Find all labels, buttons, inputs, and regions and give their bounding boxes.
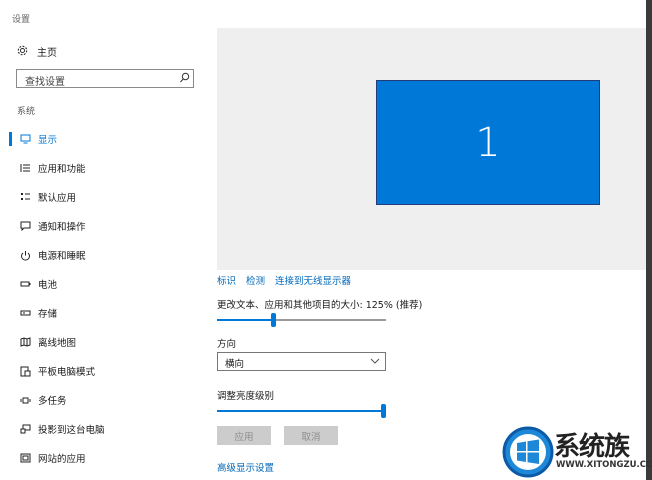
search-icon[interactable] [179, 72, 190, 87]
display-links: 标识 检测 连接到无线显示器 [217, 273, 351, 287]
tablet-icon [18, 366, 32, 377]
detect-link[interactable]: 检测 [246, 273, 265, 287]
display-preview: 1 [217, 28, 646, 270]
sidebar-item-label: 多任务 [38, 396, 67, 407]
monitor-icon [18, 134, 32, 144]
monitor-number: 1 [475, 119, 501, 166]
watermark: 系统族 WWW.XITONGZU.COM [500, 424, 652, 480]
chevron-down-icon [370, 356, 380, 369]
window-edge [646, 0, 652, 480]
home-nav-item[interactable]: 主页 [17, 44, 57, 59]
brightness-slider-thumb[interactable] [381, 404, 386, 418]
apps-list-icon [18, 163, 32, 173]
wireless-display-link[interactable]: 连接到无线显示器 [275, 273, 351, 287]
orientation-value: 横向 [225, 359, 245, 370]
sidebar-item-storage[interactable]: 存储 [0, 303, 205, 323]
scale-label: 更改文本、应用和其他项目的大小: 125% (推荐) [217, 300, 423, 311]
scale-slider-fill [217, 319, 271, 321]
settings-window: 设置 主页 查找设置 系统 显示 应用和功能 默认应用 通知和操作 电源和睡眠 … [0, 0, 646, 480]
windows-logo-icon [502, 426, 554, 478]
sidebar-item-notifications[interactable]: 通知和操作 [0, 216, 205, 236]
sidebar: 主页 查找设置 系统 显示 应用和功能 默认应用 通知和操作 电源和睡眠 电池 … [0, 0, 205, 480]
sidebar-item-label: 显示 [38, 135, 58, 146]
sidebar-item-label: 应用和功能 [38, 164, 86, 175]
sidebar-item-apps[interactable]: 应用和功能 [0, 158, 205, 178]
orientation-label: 方向 [217, 339, 237, 350]
advanced-display-settings-link[interactable]: 高级显示设置 [217, 460, 274, 474]
sidebar-item-multitasking[interactable]: 多任务 [0, 390, 205, 410]
brightness-slider[interactable] [217, 404, 386, 418]
sidebar-item-label: 存储 [38, 309, 58, 320]
monitor-1[interactable]: 1 [376, 80, 600, 205]
cancel-button[interactable]: 取消 [284, 426, 338, 445]
scale-slider-thumb[interactable] [271, 313, 276, 327]
multitask-icon [18, 396, 32, 405]
active-indicator [9, 132, 12, 146]
sidebar-item-web-apps[interactable]: 网站的应用 [0, 448, 205, 468]
sidebar-item-display[interactable]: 显示 [0, 129, 205, 149]
sidebar-item-offline-maps[interactable]: 离线地图 [0, 332, 205, 352]
sidebar-item-label: 电池 [38, 280, 58, 291]
sidebar-item-label: 网站的应用 [38, 454, 86, 465]
sidebar-item-default-apps[interactable]: 默认应用 [0, 187, 205, 207]
gear-icon [17, 45, 28, 59]
sidebar-item-tablet-mode[interactable]: 平板电脑模式 [0, 361, 205, 381]
sidebar-item-label: 投影到这台电脑 [38, 425, 105, 436]
storage-icon [18, 309, 32, 317]
sidebar-item-label: 通知和操作 [38, 222, 86, 233]
sidebar-item-label: 电源和睡眠 [38, 251, 86, 262]
brightness-label: 调整亮度级别 [217, 391, 275, 402]
project-icon [18, 424, 32, 434]
sidebar-item-power[interactable]: 电源和睡眠 [0, 245, 205, 265]
default-apps-icon [18, 192, 32, 202]
sidebar-item-label: 平板电脑模式 [38, 367, 96, 378]
search-placeholder: 查找设置 [25, 77, 65, 88]
sidebar-item-project[interactable]: 投影到这台电脑 [0, 419, 205, 439]
sidebar-item-label: 离线地图 [38, 338, 77, 349]
power-icon [18, 250, 32, 261]
apply-button[interactable]: 应用 [217, 426, 271, 445]
brightness-slider-fill [217, 410, 381, 412]
notification-icon [18, 221, 32, 231]
orientation-select[interactable]: 横向 [217, 352, 386, 371]
search-input[interactable]: 查找设置 [16, 69, 194, 88]
web-apps-icon [18, 453, 32, 463]
sidebar-item-label: 默认应用 [38, 193, 77, 204]
watermark-url: WWW.XITONGZU.COM [556, 460, 652, 470]
identify-link[interactable]: 标识 [217, 273, 236, 287]
home-label: 主页 [37, 48, 57, 59]
map-icon [18, 337, 32, 347]
battery-icon [18, 280, 32, 288]
section-label-system: 系统 [17, 107, 36, 117]
scale-slider[interactable] [217, 313, 386, 327]
watermark-text: 系统族 [554, 432, 630, 462]
sidebar-item-battery[interactable]: 电池 [0, 274, 205, 294]
